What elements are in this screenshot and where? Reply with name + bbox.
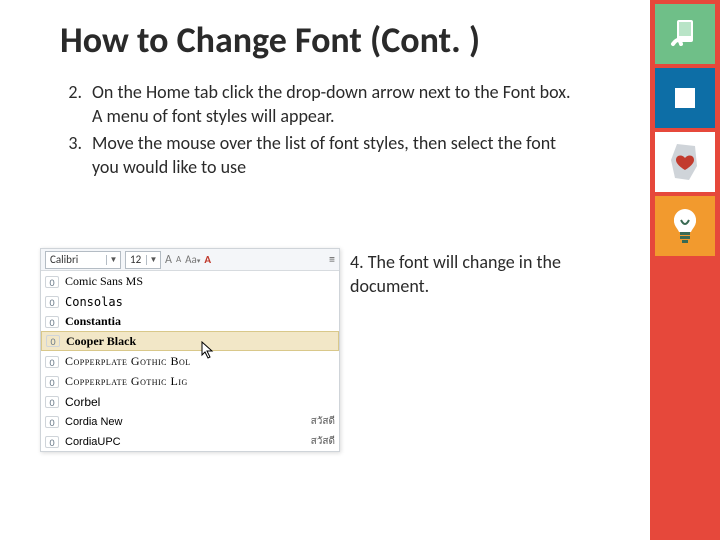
font-name-label: Copperplate Gothic Bol xyxy=(65,354,335,369)
font-name-label: Consolas xyxy=(65,295,335,309)
recent-font-icon: 0 xyxy=(45,356,59,368)
page-title: How to Change Font (Cont. ) xyxy=(60,18,480,62)
font-list-item[interactable]: 0 Copperplate Gothic Bol xyxy=(41,351,339,371)
font-list-item[interactable]: 0 Corbel xyxy=(41,391,339,411)
font-list-item[interactable]: 0 Copperplate Gothic Lig xyxy=(41,371,339,391)
font-list[interactable]: 0 Comic Sans MS 0 Consolas 0 Constantia 0 Coope… xyxy=(41,271,339,451)
square-icon xyxy=(655,68,715,128)
step-number: 2. xyxy=(60,80,92,129)
font-name-label: Cordia New xyxy=(65,416,311,428)
step-4-text: 4. The font will change in the document. xyxy=(350,250,580,299)
clear-formatting-icon[interactable]: A xyxy=(204,253,211,266)
font-name-label: CordiaUPC xyxy=(65,436,311,448)
lightbulb-icon xyxy=(655,196,715,256)
right-icon-strip xyxy=(650,0,720,540)
font-name-value: Calibri xyxy=(46,253,106,266)
font-name-label: Corbel xyxy=(65,395,335,409)
chevron-down-icon[interactable]: ▼ xyxy=(146,255,160,265)
recent-font-icon: 0 xyxy=(45,296,59,308)
shrink-font-icon[interactable]: A xyxy=(176,254,181,265)
font-toolbar: Calibri ▼ 12 ▼ A A Aa▾ A ≡ xyxy=(41,249,339,271)
ohio-heart-icon xyxy=(655,132,715,192)
grow-font-icon[interactable]: A xyxy=(165,253,172,267)
recent-font-icon: 0 xyxy=(45,316,59,328)
recent-font-icon: 0 xyxy=(45,416,59,428)
bullets-icon[interactable]: ≡ xyxy=(329,253,335,267)
font-list-item[interactable]: 0 Comic Sans MS xyxy=(41,271,339,291)
step-text: On the Home tab click the drop-down arro… xyxy=(92,80,580,129)
recent-font-icon: 0 xyxy=(45,376,59,388)
font-list-item[interactable]: 0 Cordia Newสวัสดี xyxy=(41,411,339,431)
font-name-label: Comic Sans MS xyxy=(65,274,335,289)
change-case-icon[interactable]: Aa▾ xyxy=(185,253,200,266)
font-sample-text: สวัสดี xyxy=(311,414,335,429)
font-list-item[interactable]: 0 Constantia xyxy=(41,311,339,331)
recent-font-icon: 0 xyxy=(46,335,60,347)
font-name-label: Copperplate Gothic Lig xyxy=(65,374,335,389)
font-dropdown-screenshot: Calibri ▼ 12 ▼ A A Aa▾ A ≡ 0 Comic Sans M… xyxy=(40,248,340,452)
font-list-item[interactable]: 0 CordiaUPCสวัสดี xyxy=(41,431,339,451)
instruction-list: 2. On the Home tab click the drop-down a… xyxy=(60,80,580,181)
font-sample-text: สวัสดี xyxy=(311,434,335,449)
font-list-item[interactable]: 0 Cooper Black xyxy=(41,331,339,351)
font-name-box[interactable]: Calibri ▼ xyxy=(45,251,121,269)
touch-icon xyxy=(655,4,715,64)
recent-font-icon: 0 xyxy=(45,396,59,408)
font-name-label: Constantia xyxy=(65,314,335,329)
recent-font-icon: 0 xyxy=(45,436,59,448)
chevron-down-icon[interactable]: ▼ xyxy=(106,255,120,265)
step-text: Move the mouse over the list of font sty… xyxy=(92,131,580,180)
font-size-box[interactable]: 12 ▼ xyxy=(125,251,161,269)
font-size-value: 12 xyxy=(126,253,146,266)
font-name-label: Cooper Black xyxy=(66,334,334,349)
font-list-item[interactable]: 0 Consolas xyxy=(41,291,339,311)
step-number: 3. xyxy=(60,131,92,180)
recent-font-icon: 0 xyxy=(45,276,59,288)
